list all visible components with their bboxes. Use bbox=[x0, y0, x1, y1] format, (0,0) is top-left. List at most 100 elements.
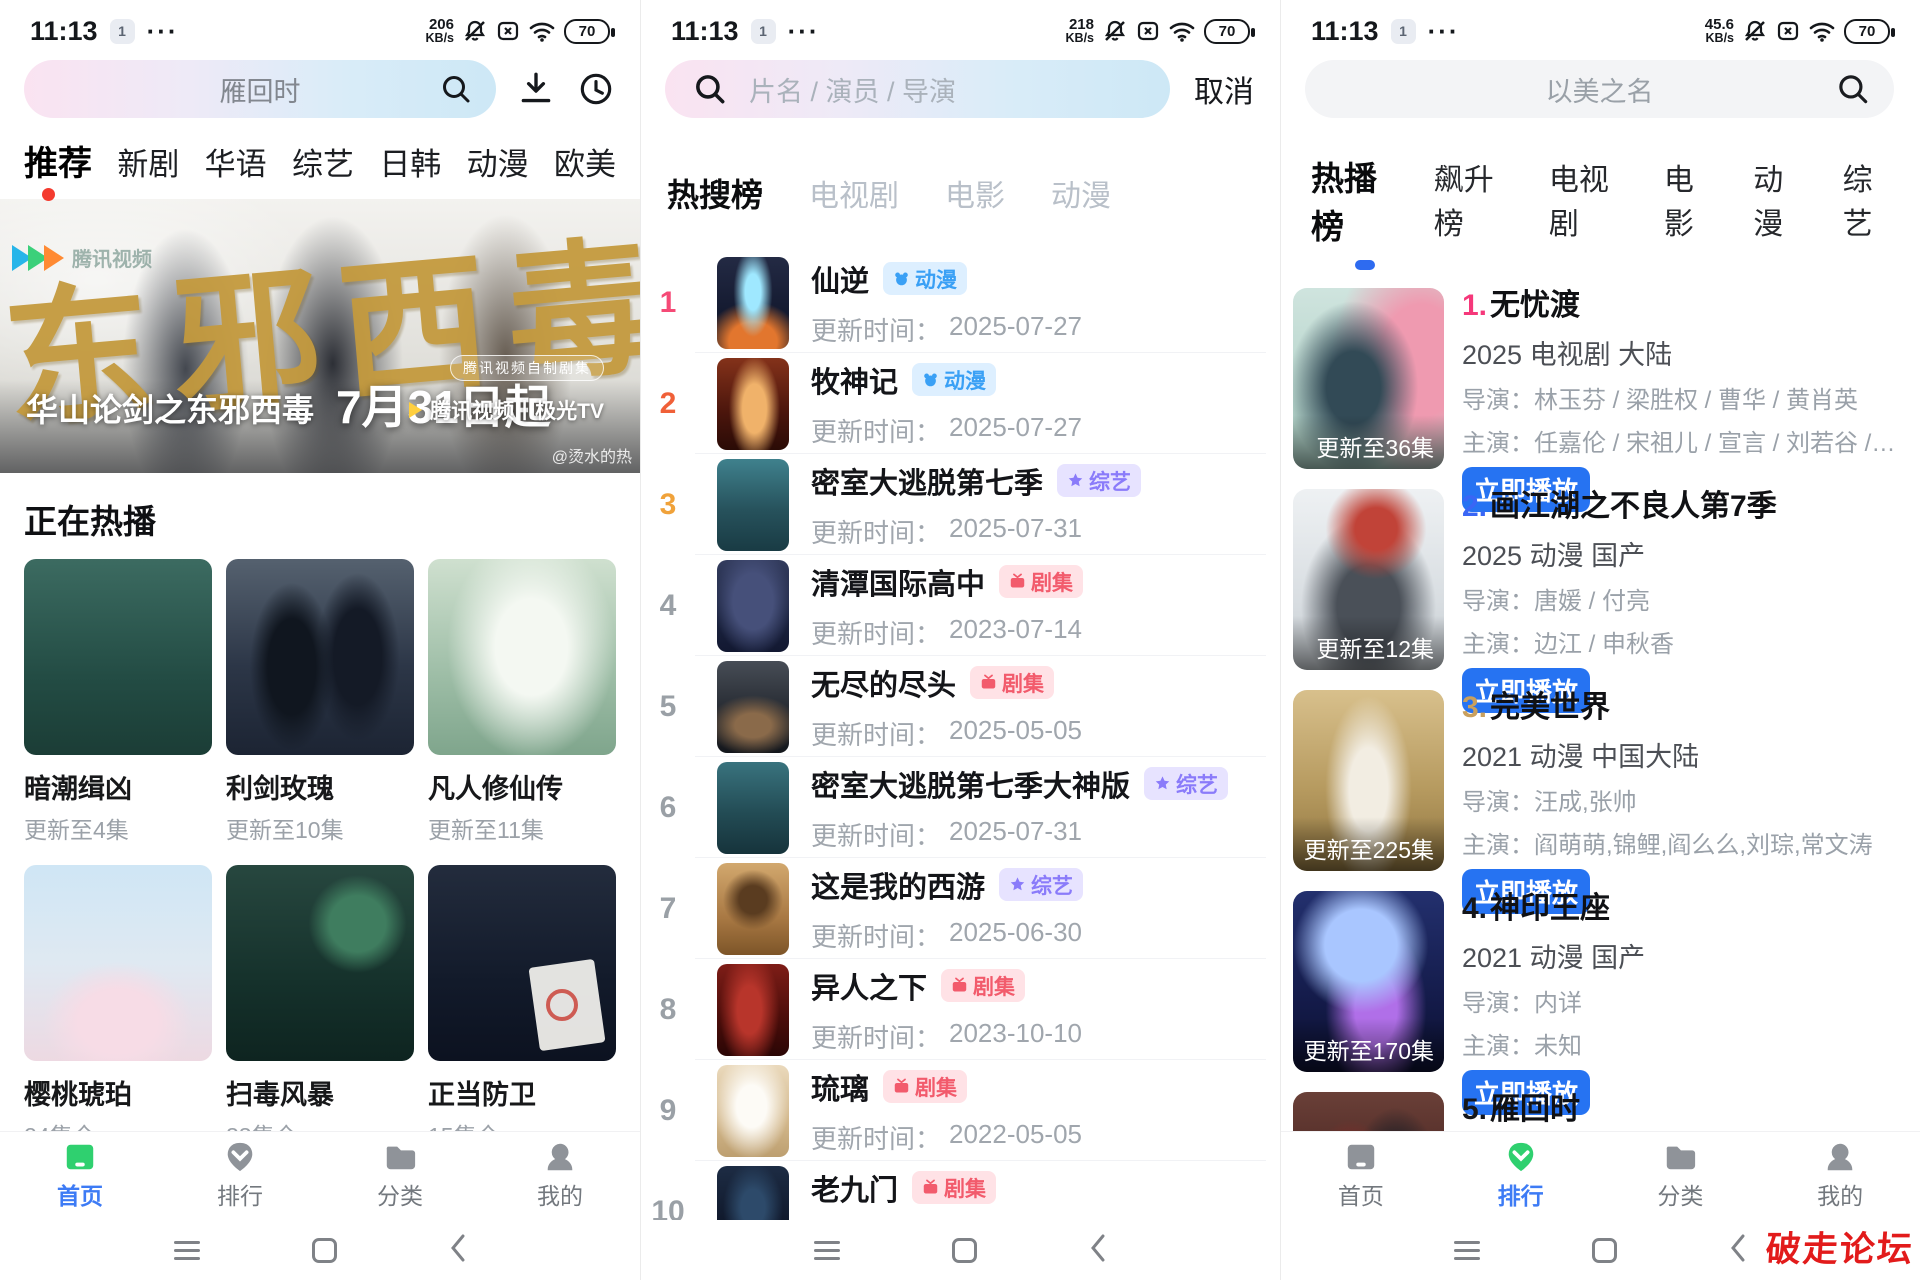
hot-show-card[interactable]: 扫毒风暴 33集全 bbox=[226, 865, 414, 1151]
back-icon[interactable] bbox=[1089, 1233, 1107, 1268]
clock: 11:13 bbox=[671, 16, 739, 47]
hot-show-card[interactable]: 樱桃琥珀 24集全 bbox=[24, 865, 212, 1151]
history-icon[interactable] bbox=[576, 69, 616, 109]
tab-tv-series[interactable]: 电视剧 bbox=[1549, 155, 1626, 243]
tab-variety[interactable]: 综艺 bbox=[292, 139, 354, 184]
tab-chinese[interactable]: 华语 bbox=[205, 139, 267, 184]
update-date: 更新时间： 2025-07-31 bbox=[811, 816, 1280, 853]
show-poster[interactable] bbox=[717, 257, 789, 349]
show-poster[interactable] bbox=[717, 863, 789, 955]
nav-home[interactable]: 首页 bbox=[1281, 1140, 1441, 1220]
hot-search-item[interactable]: 3 密室大逃脱第七季 综艺 更新时间： 2025-07-31 bbox=[641, 454, 1280, 555]
show-poster[interactable] bbox=[717, 762, 789, 854]
hot-search-item[interactable]: 4 清潭国际高中 剧集 更新时间： 2023-07-14 bbox=[641, 555, 1280, 656]
nav-ranking[interactable]: 排行 bbox=[1441, 1140, 1601, 1220]
show-poster[interactable] bbox=[226, 559, 414, 755]
tab-anime[interactable]: 动漫 bbox=[1753, 155, 1804, 243]
show-poster[interactable]: 更新至36集 bbox=[1293, 288, 1444, 469]
tab-hot-rank[interactable]: 热播榜 bbox=[1311, 152, 1396, 248]
show-poster[interactable] bbox=[717, 661, 789, 753]
recents-icon[interactable] bbox=[814, 1241, 840, 1260]
panel-ranking: 11:13 1 ··· 45.6KB/s 70 以美之名 热播榜 飙升榜 电视剧… bbox=[1280, 0, 1920, 1280]
tab-new-dramas[interactable]: 新剧 bbox=[117, 139, 179, 184]
hot-show-card[interactable]: 暗潮缉凶 更新至4集 bbox=[24, 559, 212, 845]
search-input[interactable]: 以美之名 bbox=[1305, 60, 1894, 118]
ranking-item[interactable]: 更新至36集 1.无忧渡 2025 电视剧 大陆 导演：林玉芬 / 梁胜权 / … bbox=[1293, 288, 1896, 469]
nav-categories[interactable]: 分类 bbox=[320, 1140, 480, 1220]
hot-search-item[interactable]: 9 琉璃 剧集 更新时间： 2022-05-05 bbox=[641, 1060, 1280, 1161]
hot-search-item[interactable]: 8 异人之下 剧集 更新时间： 2023-10-10 bbox=[641, 959, 1280, 1060]
hot-search-item[interactable]: 1 仙逆 动漫 更新时间： 2025-07-27 bbox=[641, 252, 1280, 353]
nav-profile[interactable]: 我的 bbox=[1760, 1140, 1920, 1220]
search-placeholder: 以美之名 bbox=[1305, 70, 1894, 109]
show-poster[interactable] bbox=[24, 559, 212, 755]
category-badge: 剧集 bbox=[883, 1070, 967, 1103]
tab-movies[interactable]: 电影 bbox=[1664, 155, 1715, 243]
back-icon[interactable] bbox=[1729, 1233, 1747, 1268]
home-button-icon[interactable] bbox=[1592, 1238, 1617, 1263]
nav-ranking[interactable]: 排行 bbox=[160, 1140, 320, 1220]
rank-number: 3. bbox=[1462, 691, 1487, 724]
update-date-value: 2025-07-27 bbox=[949, 311, 1082, 348]
show-poster[interactable] bbox=[717, 1065, 789, 1157]
show-poster[interactable]: 更新至12集 bbox=[1293, 489, 1444, 670]
search-icon[interactable] bbox=[438, 71, 474, 107]
tab-variety[interactable]: 综艺 bbox=[1843, 155, 1894, 243]
show-poster[interactable] bbox=[717, 964, 789, 1056]
tab-anime[interactable]: 动漫 bbox=[1051, 171, 1111, 215]
show-poster[interactable] bbox=[428, 559, 616, 755]
search-input[interactable]: 雁回时 bbox=[24, 60, 496, 118]
search-icon[interactable] bbox=[1834, 70, 1872, 108]
nav-profile[interactable]: 我的 bbox=[480, 1140, 640, 1220]
hot-search-item[interactable]: 5 无尽的尽头 剧集 更新时间： 2025-05-05 bbox=[641, 656, 1280, 757]
tab-anime[interactable]: 动漫 bbox=[467, 139, 529, 184]
tab-hot-search[interactable]: 热搜榜 bbox=[667, 170, 763, 216]
category-badge-label: 剧集 bbox=[915, 1072, 957, 1102]
banner-badge: 腾讯视频自制剧集 bbox=[450, 355, 604, 381]
ranking-item[interactable]: 更新至12集 2.画江湖之不良人第7季 2025 动漫 国产 导演：唐媛 / 付… bbox=[1293, 489, 1896, 670]
show-poster[interactable] bbox=[428, 865, 616, 1061]
cancel-button[interactable]: 取消 bbox=[1194, 67, 1254, 111]
back-icon[interactable] bbox=[449, 1233, 467, 1268]
download-icon[interactable] bbox=[516, 69, 556, 109]
nav-categories[interactable]: 分类 bbox=[1601, 1140, 1761, 1220]
recents-icon[interactable] bbox=[174, 1241, 200, 1260]
tab-movies[interactable]: 电影 bbox=[945, 171, 1005, 215]
hot-search-list: 1 仙逆 动漫 更新时间： 2025-07-27 2 牧神记 动 bbox=[641, 252, 1280, 1262]
hot-show-card[interactable]: 凡人修仙传 更新至11集 bbox=[428, 559, 616, 845]
hot-search-item[interactable]: 6 密室大逃脱第七季大神版 综艺 更新时间： 2025-07-31 bbox=[641, 757, 1280, 858]
show-poster[interactable] bbox=[717, 560, 789, 652]
show-title: 2.画江湖之不良人第7季 bbox=[1462, 489, 1896, 523]
tab-jp-kr[interactable]: 日韩 bbox=[379, 139, 441, 184]
tab-western[interactable]: 欧美 bbox=[554, 139, 616, 184]
show-poster[interactable]: 更新至170集 bbox=[1293, 891, 1444, 1072]
show-episodes: 更新至4集 bbox=[24, 811, 212, 845]
show-poster[interactable]: 更新至225集 bbox=[1293, 690, 1444, 871]
recents-icon[interactable] bbox=[1454, 1241, 1480, 1260]
ranking-item[interactable]: 更新至225集 3.完美世界 2021 动漫 中国大陆 导演：汪成,张帅 主演：… bbox=[1293, 690, 1896, 871]
no-sim-icon bbox=[496, 19, 520, 43]
show-poster[interactable] bbox=[226, 865, 414, 1061]
category-badge: 动漫 bbox=[883, 262, 967, 295]
tab-recommend[interactable]: 推荐 bbox=[24, 136, 92, 185]
hero-banner[interactable]: 东邪西毒 腾讯视频 华山论剑之东邪西毒 7月31日起 腾讯视频自制剧集 腾讯视频… bbox=[0, 199, 640, 473]
tab-rising-rank[interactable]: 飙升榜 bbox=[1434, 155, 1511, 243]
hot-search-item[interactable]: 7 这是我的西游 综艺 更新时间： 2025-06-30 bbox=[641, 858, 1280, 959]
show-poster[interactable] bbox=[24, 865, 212, 1061]
update-date-value: 2025-07-27 bbox=[949, 412, 1082, 449]
show-title: 琉璃 bbox=[811, 1066, 869, 1108]
search-input[interactable]: 片名 / 演员 / 导演 bbox=[665, 60, 1170, 118]
home-button-icon[interactable] bbox=[952, 1238, 977, 1263]
home-button-icon[interactable] bbox=[312, 1238, 337, 1263]
hot-show-card[interactable]: 利剑玫瑰 更新至10集 bbox=[226, 559, 414, 845]
show-poster[interactable] bbox=[717, 459, 789, 551]
show-poster[interactable] bbox=[717, 358, 789, 450]
hot-show-card[interactable]: 正当防卫 15集全 bbox=[428, 865, 616, 1151]
tab-tv-series[interactable]: 电视剧 bbox=[809, 171, 899, 215]
nav-home[interactable]: 首页 bbox=[0, 1140, 160, 1220]
show-title: 这是我的西游 bbox=[811, 864, 985, 906]
search-icon bbox=[691, 70, 729, 108]
update-date-value: 2023-07-14 bbox=[949, 614, 1082, 651]
ranking-item[interactable]: 更新至170集 4.神印王座 2021 动漫 国产 导演：内详 主演：未知 立即… bbox=[1293, 891, 1896, 1072]
hot-search-item[interactable]: 2 牧神记 动漫 更新时间： 2025-07-27 bbox=[641, 353, 1280, 454]
